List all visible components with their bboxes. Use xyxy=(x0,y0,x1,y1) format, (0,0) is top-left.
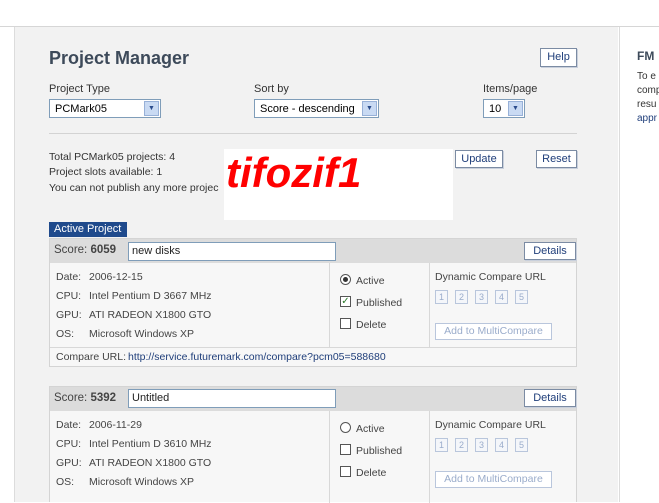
items-per-page-label: Items/page xyxy=(483,83,538,95)
gpu-value: ATI RADEON X1800 GTO xyxy=(89,457,212,469)
delete-label: Delete xyxy=(356,467,387,479)
chevron-down-icon[interactable]: ▼ xyxy=(144,101,159,116)
published-checkbox[interactable] xyxy=(340,444,351,455)
delete-checkbox[interactable] xyxy=(340,318,351,329)
compare-url-label: Compare URL: xyxy=(56,351,127,363)
add-to-multicompare-button[interactable]: Add to MultiCompare xyxy=(435,471,552,488)
details-button[interactable]: Details xyxy=(524,389,576,407)
published-label: Published xyxy=(356,297,403,309)
column-divider xyxy=(429,263,430,347)
left-gutter xyxy=(0,27,15,502)
chevron-down-icon[interactable]: ▼ xyxy=(362,101,377,116)
column-divider xyxy=(329,263,330,347)
compare-number-5[interactable]: 5 xyxy=(515,438,528,452)
delete-label: Delete xyxy=(356,319,387,331)
add-to-multicompare-button[interactable]: Add to MultiCompare xyxy=(435,323,552,340)
cpu-value: Intel Pentium D 3667 MHz xyxy=(89,290,212,302)
os-label: OS: xyxy=(56,476,75,488)
os-label: OS: xyxy=(56,328,75,340)
slots-available-text: Project slots available: 1 xyxy=(49,166,163,178)
dynamic-compare-title: Dynamic Compare URL xyxy=(435,271,546,283)
active-label: Active xyxy=(356,275,385,287)
date-label: Date: xyxy=(56,419,82,431)
chevron-down-icon[interactable]: ▼ xyxy=(508,101,523,116)
total-projects-text: Total PCMark05 projects: 4 xyxy=(49,151,176,163)
sort-value: Score - descending xyxy=(260,103,355,115)
right-panel-line: resu xyxy=(637,99,657,110)
right-panel-link[interactable]: appr xyxy=(637,113,657,124)
compare-number-4[interactable]: 4 xyxy=(495,438,508,452)
compare-number-5[interactable]: 5 xyxy=(515,290,528,304)
compare-number-2[interactable]: 2 xyxy=(455,438,468,452)
reset-button[interactable]: Reset xyxy=(536,150,577,168)
project-type-label: Project Type xyxy=(49,83,110,95)
gpu-label: GPU: xyxy=(56,309,82,321)
items-per-page-value: 10 xyxy=(489,103,502,115)
compare-number-1[interactable]: 1 xyxy=(435,438,448,452)
help-button[interactable]: Help xyxy=(540,48,577,67)
active-label: Active xyxy=(356,423,385,435)
date-value: 2006-12-15 xyxy=(89,271,143,283)
compare-url-link[interactable]: http://service.futuremark.com/compare?pc… xyxy=(128,351,386,363)
active-radio[interactable] xyxy=(340,274,351,285)
compare-number-2[interactable]: 2 xyxy=(455,290,468,304)
compare-number-1[interactable]: 1 xyxy=(435,290,448,304)
items-per-page-select[interactable]: 10 ▼ xyxy=(483,99,525,118)
right-panel-line: comp xyxy=(637,85,659,96)
project-type-value: PCMark05 xyxy=(55,103,107,115)
compare-number-3[interactable]: 3 xyxy=(475,438,488,452)
published-label: Published xyxy=(356,445,403,457)
date-label: Date: xyxy=(56,271,82,283)
cpu-label: CPU: xyxy=(56,438,82,450)
right-panel-title: FM xyxy=(637,49,655,63)
right-panel-line: To e xyxy=(637,71,656,82)
dynamic-compare-title: Dynamic Compare URL xyxy=(435,419,546,431)
column-divider xyxy=(329,411,330,503)
compare-url-row: Compare URL: http://service.futuremark.c… xyxy=(50,347,576,367)
gpu-value: ATI RADEON X1800 GTO xyxy=(89,309,212,321)
date-value: 2006-11-29 xyxy=(89,419,142,431)
active-project-tab: Active Project xyxy=(49,222,127,237)
top-bar xyxy=(0,0,659,27)
cpu-value: Intel Pentium D 3610 MHz xyxy=(89,438,212,450)
score-text: Score: 6059 xyxy=(54,244,117,256)
details-button[interactable]: Details xyxy=(524,242,576,260)
watermark-text: tifozif1 xyxy=(226,149,362,196)
cpu-label: CPU: xyxy=(56,290,82,302)
divider xyxy=(49,133,577,134)
sort-label: Sort by xyxy=(254,83,289,95)
published-checkbox[interactable]: ✓ xyxy=(340,296,351,307)
update-button[interactable]: Update xyxy=(455,150,503,168)
project-card: Score: 5392 Untitled Details Date: 2006-… xyxy=(49,386,577,503)
project-name-input[interactable]: new disks xyxy=(128,242,336,261)
gpu-label: GPU: xyxy=(56,457,82,469)
delete-checkbox[interactable] xyxy=(340,466,351,477)
project-type-select[interactable]: PCMark05 ▼ xyxy=(49,99,161,118)
active-radio[interactable] xyxy=(340,422,351,433)
column-divider xyxy=(429,411,430,503)
publish-note-text: You can not publish any more projec xyxy=(49,182,219,194)
compare-number-3[interactable]: 3 xyxy=(475,290,488,304)
score-text: Score: 5392 xyxy=(54,392,117,404)
project-card: Score: 6059 new disks Details Date: 2006… xyxy=(49,238,577,367)
project-name-input[interactable]: Untitled xyxy=(128,389,336,408)
os-value: Microsoft Windows XP xyxy=(89,476,195,488)
page-title: Project Manager xyxy=(49,48,190,68)
compare-number-4[interactable]: 4 xyxy=(495,290,508,304)
os-value: Microsoft Windows XP xyxy=(89,328,195,340)
sort-select[interactable]: Score - descending ▼ xyxy=(254,99,379,118)
